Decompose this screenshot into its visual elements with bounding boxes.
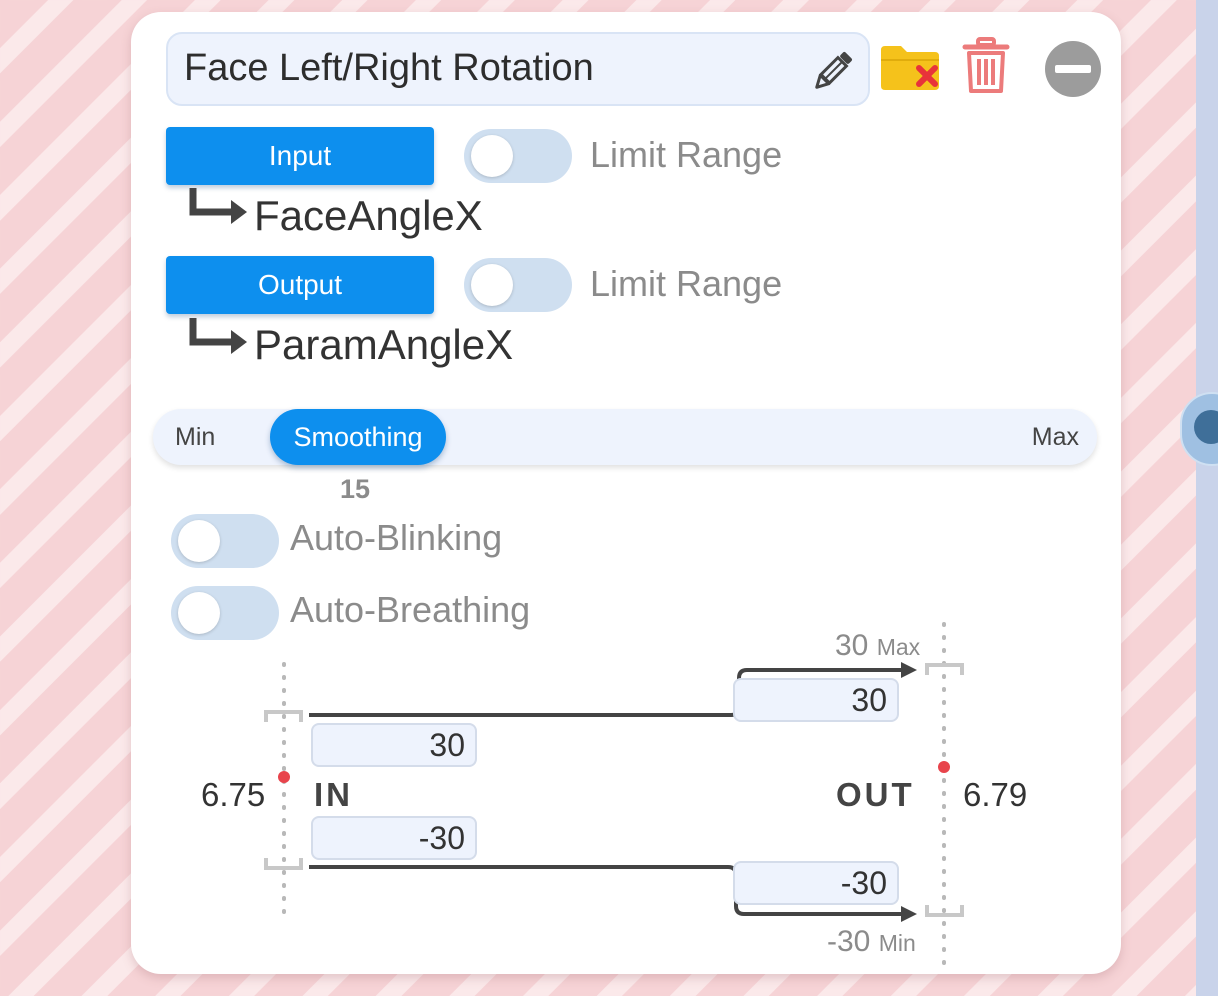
out-max-caption-unit: Max	[876, 634, 921, 660]
out-current-indicator	[938, 761, 950, 773]
max-mapping-arrowhead	[901, 662, 917, 678]
out-min-caption-unit: Min	[878, 930, 916, 956]
in-current-indicator	[278, 771, 290, 783]
in-max-field[interactable]: 30	[311, 723, 477, 767]
range-mapping-diagram	[264, 622, 964, 966]
min-mapping-arrowhead	[901, 906, 917, 922]
in-current-value: 6.75	[201, 776, 266, 813]
out-min-field[interactable]: -30	[733, 861, 899, 905]
out-min-caption: -30 Min	[827, 925, 916, 959]
out-max-caption: 30 Max	[835, 629, 920, 663]
tracker-card: Face Left/Right Rotation Input Limit Ran…	[131, 12, 1121, 974]
out-max-field[interactable]: 30	[733, 678, 899, 722]
side-panel-handle[interactable]	[1180, 392, 1218, 466]
out-max-bracket	[925, 663, 964, 675]
out-min-caption-value: -30	[827, 925, 871, 958]
side-panel-strip	[1196, 0, 1218, 996]
in-label: IN	[314, 776, 353, 813]
out-current-value: 6.79	[963, 776, 1028, 813]
out-max-caption-value: 30	[835, 629, 869, 662]
out-label: OUT	[836, 776, 915, 813]
in-min-field[interactable]: -30	[311, 816, 477, 860]
